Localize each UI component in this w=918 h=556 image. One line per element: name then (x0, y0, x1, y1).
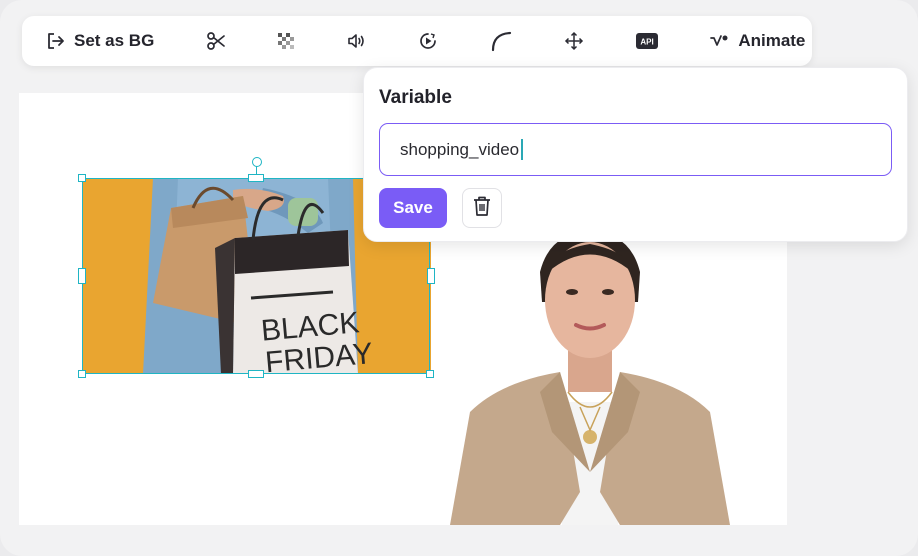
editor-frame: BLACK FRIDAY Set as BG API Animate Varia… (0, 0, 918, 556)
api-icon-text: API (641, 38, 654, 47)
audio-button[interactable] (346, 23, 366, 59)
api-icon: API (635, 31, 659, 51)
speaker-icon (346, 31, 366, 51)
resize-handle-left[interactable] (78, 268, 86, 284)
playback-button[interactable] (418, 23, 438, 59)
resize-handle-bottom-right[interactable] (426, 370, 434, 378)
animate-wand-icon (710, 31, 730, 51)
api-button[interactable]: API (635, 23, 659, 59)
resize-handle-bottom[interactable] (248, 370, 264, 378)
resize-handle-right[interactable] (427, 268, 435, 284)
corner-radius-button[interactable] (490, 23, 512, 59)
set-as-bg-button[interactable]: Set as BG (46, 23, 154, 59)
avatar-presenter[interactable] (440, 232, 760, 525)
resize-handle-top[interactable] (248, 174, 264, 182)
corner-curve-icon (490, 30, 512, 52)
delete-variable-button[interactable] (462, 188, 502, 228)
element-toolbar: Set as BG API Animate (22, 16, 812, 66)
transparency-button[interactable] (278, 23, 295, 59)
animate-button[interactable]: Animate (710, 23, 805, 59)
set-as-bg-label: Set as BG (74, 31, 155, 50)
resize-handle-top-left[interactable] (78, 174, 86, 182)
animate-label: Animate (738, 31, 806, 50)
exit-arrow-icon (46, 31, 66, 51)
variable-name-input[interactable] (379, 123, 892, 176)
cut-button[interactable] (206, 23, 226, 59)
text-cursor (521, 139, 523, 160)
move-button[interactable] (564, 23, 584, 59)
play-circle-icon (418, 31, 438, 51)
popover-title: Variable (379, 87, 452, 108)
move-arrows-icon (564, 31, 584, 51)
avatar-illustration (450, 232, 730, 525)
variable-popover: Variable Save (363, 67, 908, 242)
save-button[interactable]: Save (379, 188, 447, 228)
trash-icon (472, 195, 492, 222)
scissors-icon (206, 31, 226, 51)
resize-handle-bottom-left[interactable] (78, 370, 86, 378)
rotate-handle[interactable] (252, 157, 262, 167)
checkerboard-icon (278, 33, 295, 49)
